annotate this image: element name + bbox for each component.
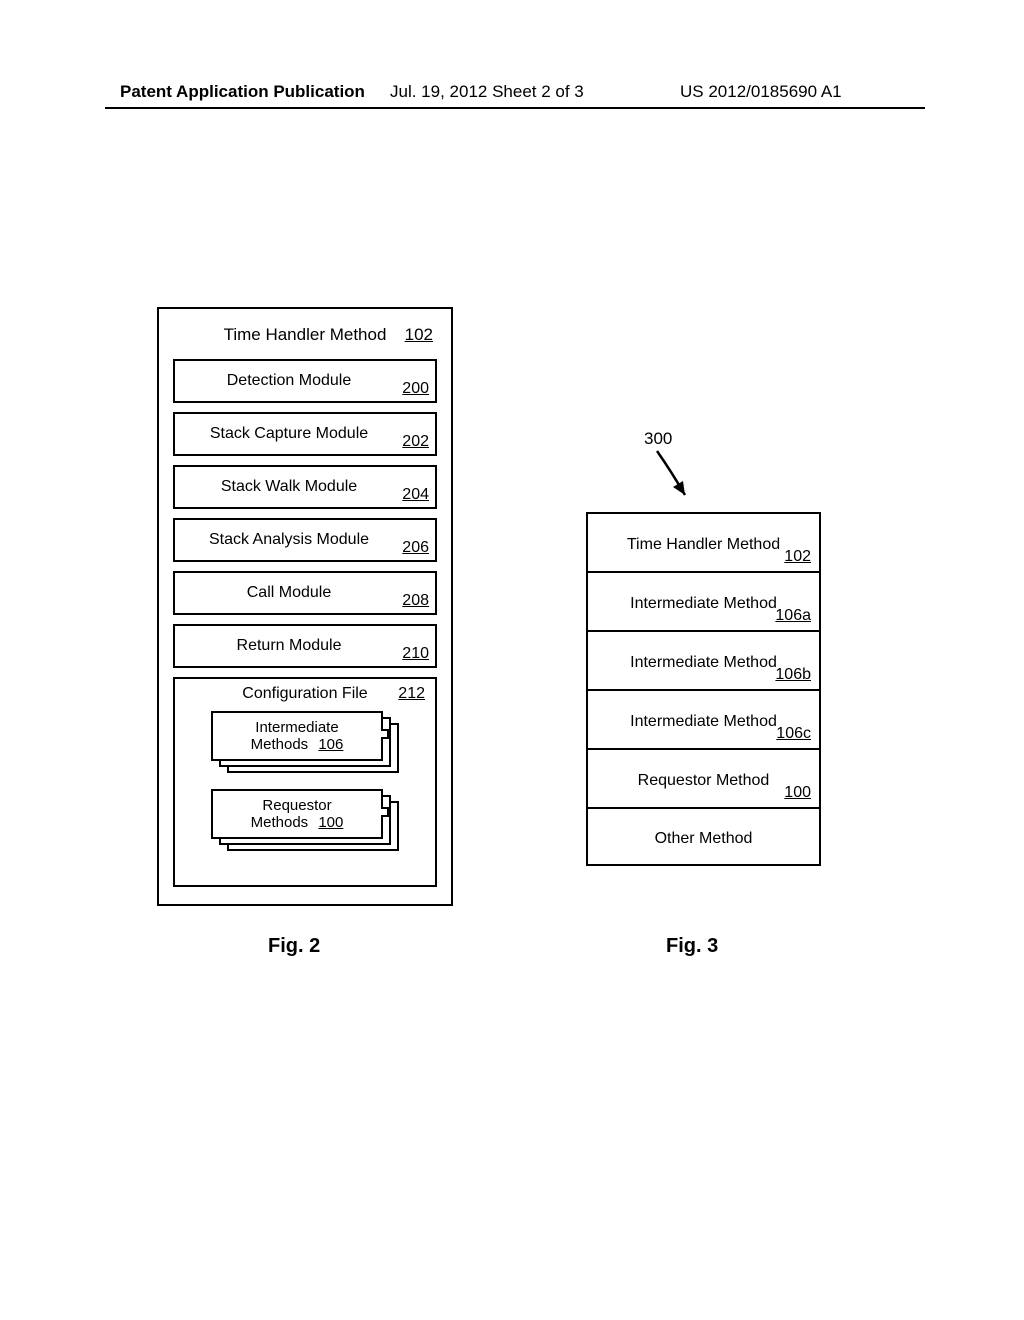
fig3-row-ref: 106b bbox=[775, 666, 811, 684]
module-ref: 200 bbox=[402, 380, 429, 398]
module-stack-walk: Stack Walk Module 204 bbox=[173, 465, 437, 509]
stack-line2: Methods bbox=[251, 814, 309, 831]
module-ref: 202 bbox=[402, 433, 429, 451]
config-title-label: Configuration File bbox=[242, 685, 367, 702]
header-date-sheet: Jul. 19, 2012 Sheet 2 of 3 bbox=[390, 82, 584, 102]
stack-line2-row: Methods 100 bbox=[251, 814, 344, 831]
fig3-row-requestor: Requestor Method 100 bbox=[588, 750, 819, 809]
stack-tab-icon bbox=[381, 729, 389, 739]
fig3-row-intermediate-b: Intermediate Method 106b bbox=[588, 632, 819, 691]
stack-page-front: Intermediate Methods 106 bbox=[211, 711, 383, 761]
module-label: Stack Walk Module bbox=[175, 478, 435, 496]
fig3-pointer-label: 300 bbox=[644, 429, 672, 449]
module-stack-capture: Stack Capture Module 202 bbox=[173, 412, 437, 456]
module-call: Call Module 208 bbox=[173, 571, 437, 615]
stack-line1: Intermediate bbox=[255, 719, 338, 736]
module-ref: 206 bbox=[402, 539, 429, 557]
module-label: Stack Analysis Module bbox=[175, 531, 435, 549]
fig2-title-ref: 102 bbox=[405, 325, 433, 345]
stack-page-front: Requestor Methods 100 bbox=[211, 789, 383, 839]
figure-2-caption: Fig. 2 bbox=[268, 935, 320, 958]
fig2-title: Time Handler Method 102 bbox=[173, 325, 437, 345]
stack-line2-row: Methods 106 bbox=[251, 736, 344, 753]
figure-2-box: Time Handler Method 102 Detection Module… bbox=[157, 307, 453, 906]
fig2-title-label: Time Handler Method bbox=[224, 325, 387, 344]
stack-line2: Methods bbox=[251, 736, 309, 753]
fig3-row-label: Requestor Method bbox=[596, 772, 811, 790]
fig3-row-time-handler: Time Handler Method 102 bbox=[588, 514, 819, 573]
header-pubnumber: US 2012/0185690 A1 bbox=[680, 82, 842, 102]
fig3-row-intermediate-a: Intermediate Method 106a bbox=[588, 573, 819, 632]
config-title: Configuration File 212 bbox=[185, 685, 425, 703]
figure-3-stack: Time Handler Method 102 Intermediate Met… bbox=[586, 512, 821, 866]
header-publication: Patent Application Publication bbox=[120, 82, 365, 102]
fig3-row-other: Other Method bbox=[588, 809, 819, 864]
pointer-arrow-icon bbox=[651, 449, 701, 509]
fig3-row-ref: 100 bbox=[784, 784, 811, 802]
module-label: Call Module bbox=[175, 584, 435, 602]
module-label: Stack Capture Module bbox=[175, 425, 435, 443]
stack-ref: 100 bbox=[318, 814, 343, 831]
module-return: Return Module 210 bbox=[173, 624, 437, 668]
figure-3-caption: Fig. 3 bbox=[666, 935, 718, 958]
fig3-row-ref: 106c bbox=[776, 725, 811, 743]
header-rule bbox=[105, 107, 925, 109]
fig3-row-ref: 106a bbox=[775, 607, 811, 625]
configuration-file-box: Configuration File 212 Intermediate Meth… bbox=[173, 677, 437, 887]
fig3-row-label: Time Handler Method bbox=[596, 536, 811, 554]
stack-ref: 106 bbox=[318, 736, 343, 753]
stack-line1: Requestor bbox=[262, 797, 331, 814]
patent-page: Patent Application Publication Jul. 19, … bbox=[0, 0, 1024, 1320]
module-label: Detection Module bbox=[175, 372, 435, 390]
stack-requestor-methods: Requestor Methods 100 bbox=[211, 789, 399, 851]
module-detection: Detection Module 200 bbox=[173, 359, 437, 403]
module-ref: 204 bbox=[402, 486, 429, 504]
stack-tab-icon bbox=[381, 807, 389, 817]
module-ref: 208 bbox=[402, 592, 429, 610]
module-ref: 210 bbox=[402, 645, 429, 663]
fig3-row-label: Other Method bbox=[596, 830, 811, 848]
stack-intermediate-methods: Intermediate Methods 106 bbox=[211, 711, 399, 773]
config-title-ref: 212 bbox=[398, 685, 425, 703]
fig3-row-intermediate-c: Intermediate Method 106c bbox=[588, 691, 819, 750]
fig3-row-ref: 102 bbox=[784, 548, 811, 566]
module-stack-analysis: Stack Analysis Module 206 bbox=[173, 518, 437, 562]
module-label: Return Module bbox=[175, 637, 435, 655]
